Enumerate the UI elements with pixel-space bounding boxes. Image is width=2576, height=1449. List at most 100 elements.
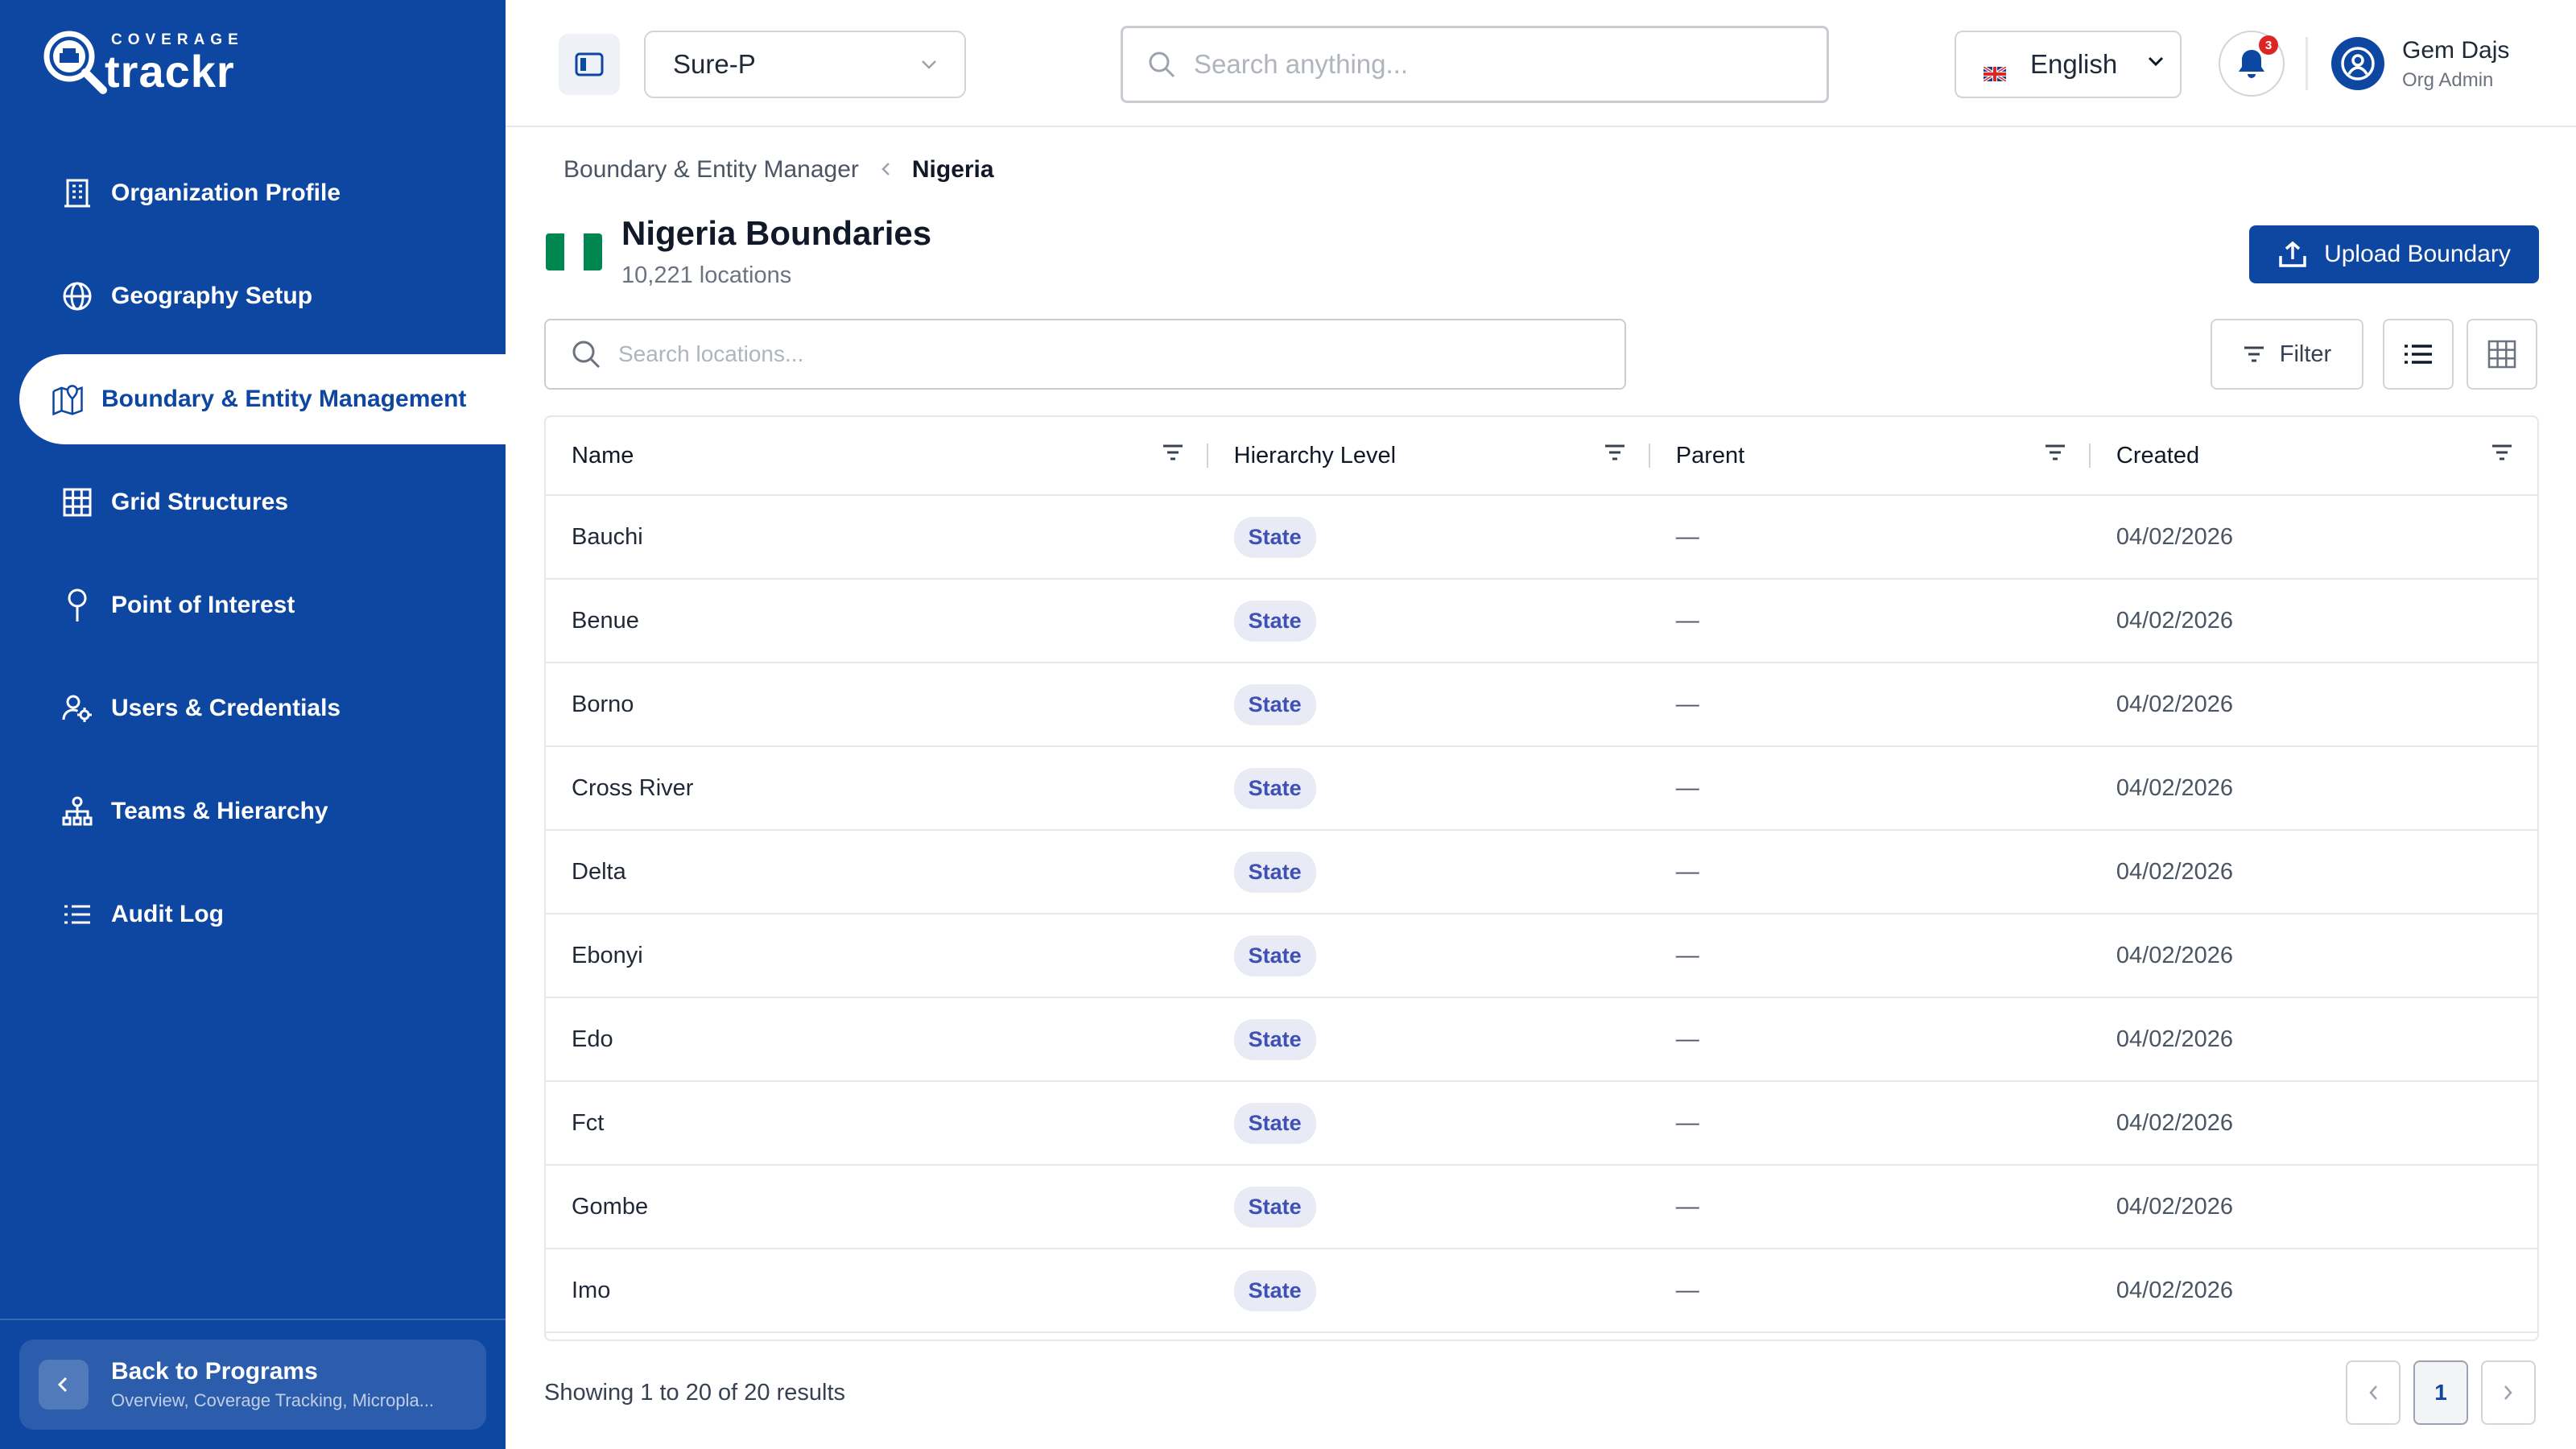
sidebar-item-label: Organization Profile xyxy=(111,180,341,206)
cell-parent: — xyxy=(1675,774,1699,801)
cell-name: Ebonyi xyxy=(572,942,643,968)
table-row[interactable]: Bauchi State — 04/02/2026 xyxy=(546,496,2537,580)
sidebar-item-geography-setup[interactable]: Geography Setup xyxy=(0,251,506,341)
location-search-input[interactable] xyxy=(618,341,1584,367)
table-row[interactable]: Gombe State — 04/02/2026 xyxy=(546,1166,2537,1249)
cell-parent: — xyxy=(1675,523,1699,550)
column-filter-icon[interactable] xyxy=(1162,444,1184,461)
cell-name: Cross River xyxy=(572,774,694,801)
boundaries-table: Name Hierarchy Level Parent Created Bauc… xyxy=(544,415,2539,1341)
table-row[interactable]: Delta State — 04/02/2026 xyxy=(546,831,2537,914)
program-select[interactable]: Sure-P xyxy=(644,31,966,98)
sidebar-nav: Organization Profile Geography Setup Bou… xyxy=(0,148,506,972)
cell-level: State xyxy=(1208,579,1650,663)
next-page-button[interactable] xyxy=(2481,1360,2536,1425)
building-icon xyxy=(61,177,93,209)
global-search-input[interactable] xyxy=(1194,49,1806,80)
column-header-parent[interactable]: Parent xyxy=(1650,417,2091,495)
list-icon xyxy=(61,898,93,931)
cell-parent: — xyxy=(1675,858,1699,885)
brand-name: trackr xyxy=(105,45,235,97)
breadcrumb-current: Nigeria xyxy=(911,156,994,183)
notification-count-badge: 3 xyxy=(2259,35,2278,55)
cell-level: State xyxy=(1208,914,1650,997)
grid-icon xyxy=(61,486,93,518)
chevron-left-icon xyxy=(2369,1385,2377,1400)
cell-created: 04/02/2026 xyxy=(2116,1026,2234,1052)
page-title: Nigeria Boundaries xyxy=(621,214,932,252)
table-row[interactable]: Imo State — 04/02/2026 xyxy=(546,1249,2537,1333)
sidebar-item-point-of-interest[interactable]: Point of Interest xyxy=(0,560,506,650)
grid-view-button[interactable] xyxy=(2467,319,2537,390)
upload-boundary-button[interactable]: Upload Boundary xyxy=(2249,225,2539,283)
breadcrumb-parent-link[interactable]: Boundary & Entity Manager xyxy=(564,156,859,184)
cell-created: 04/02/2026 xyxy=(2116,858,2234,885)
language-select[interactable]: English xyxy=(1955,31,2182,98)
sidebar-item-grid-structures[interactable]: Grid Structures xyxy=(0,457,506,547)
notifications-button[interactable]: 3 xyxy=(2219,31,2285,97)
hierarchy-level-badge: State xyxy=(1233,683,1316,725)
filter-label: Filter xyxy=(2279,341,2332,367)
chevron-left-icon xyxy=(39,1360,89,1410)
hierarchy-level-badge: State xyxy=(1233,935,1316,976)
hierarchy-level-badge: State xyxy=(1233,600,1316,642)
cell-level: State xyxy=(1208,663,1650,746)
brand-logo[interactable]: COVERAGE trackr xyxy=(39,24,244,101)
cell-level: State xyxy=(1208,997,1650,1081)
sidebar-item-users-credentials[interactable]: Users & Credentials xyxy=(0,663,506,753)
column-filter-icon[interactable] xyxy=(1604,444,1626,461)
cell-created: 04/02/2026 xyxy=(2116,1109,2234,1136)
table-row[interactable]: Borno State — 04/02/2026 xyxy=(546,663,2537,747)
cell-parent: — xyxy=(1675,607,1699,634)
table-row[interactable]: Benue State — 04/02/2026 xyxy=(546,580,2537,663)
hierarchy-level-badge: State xyxy=(1233,1102,1316,1144)
sidebar-item-teams-hierarchy[interactable]: Teams & Hierarchy xyxy=(0,766,506,857)
sidebar-divider xyxy=(0,1319,506,1320)
cell-parent: — xyxy=(1675,1026,1699,1052)
filter-button[interactable]: Filter xyxy=(2211,319,2363,390)
cell-level: State xyxy=(1208,1165,1650,1249)
cell-created: 04/02/2026 xyxy=(2116,691,2234,717)
sidebar-item-label: Boundary & Entity Management xyxy=(101,386,467,412)
avatar[interactable] xyxy=(2331,37,2384,90)
list-view-button[interactable] xyxy=(2383,319,2454,390)
column-filter-icon[interactable] xyxy=(2491,444,2513,461)
hierarchy-level-badge: State xyxy=(1233,1269,1316,1311)
sidebar-item-audit-log[interactable]: Audit Log xyxy=(0,869,506,960)
sidebar-item-organization-profile[interactable]: Organization Profile xyxy=(0,148,506,238)
column-header-label: Created xyxy=(2116,442,2200,469)
search-icon xyxy=(572,341,601,369)
cell-parent: — xyxy=(1675,691,1699,717)
table-row[interactable]: Fct State — 04/02/2026 xyxy=(546,1082,2537,1166)
column-header-label: Parent xyxy=(1675,442,1745,469)
location-search[interactable] xyxy=(544,319,1626,390)
cell-level: State xyxy=(1208,1249,1650,1332)
table-row[interactable]: Cross River State — 04/02/2026 xyxy=(546,747,2537,831)
cell-level: State xyxy=(1208,830,1650,914)
column-header-created[interactable]: Created xyxy=(2091,417,2537,495)
cell-created: 04/02/2026 xyxy=(2116,607,2234,634)
hierarchy-icon xyxy=(61,795,93,828)
back-title: Back to Programs xyxy=(111,1358,318,1385)
hierarchy-level-badge: State xyxy=(1233,851,1316,893)
previous-page-button[interactable] xyxy=(2346,1360,2401,1425)
back-subtitle: Overview, Coverage Tracking, Micropla... xyxy=(111,1390,435,1410)
user-gear-icon xyxy=(61,692,93,724)
user-name: Gem Dajs xyxy=(2402,37,2510,64)
globe-icon xyxy=(61,280,93,312)
column-header-name[interactable]: Name xyxy=(546,417,1208,495)
sidebar-toggle-button[interactable] xyxy=(559,34,620,95)
table-row[interactable]: Edo State — 04/02/2026 xyxy=(546,998,2537,1082)
column-header-hierarchy-level[interactable]: Hierarchy Level xyxy=(1208,417,1650,495)
page-number-button[interactable]: 1 xyxy=(2413,1360,2468,1425)
location-count: 10,221 locations xyxy=(621,262,792,288)
column-filter-icon[interactable] xyxy=(2044,444,2066,461)
nigeria-flag-icon xyxy=(546,233,602,270)
back-to-programs-button[interactable]: Back to Programs Overview, Coverage Trac… xyxy=(19,1340,486,1430)
sidebar-item-boundary-entity-management[interactable]: Boundary & Entity Management xyxy=(19,354,506,444)
table-row[interactable]: Ebonyi State — 04/02/2026 xyxy=(546,914,2537,998)
cell-created: 04/02/2026 xyxy=(2116,523,2234,550)
global-search[interactable] xyxy=(1121,26,1829,103)
pin-icon xyxy=(61,588,93,621)
user-menu[interactable]: Gem Dajs Org Admin xyxy=(2402,37,2509,92)
